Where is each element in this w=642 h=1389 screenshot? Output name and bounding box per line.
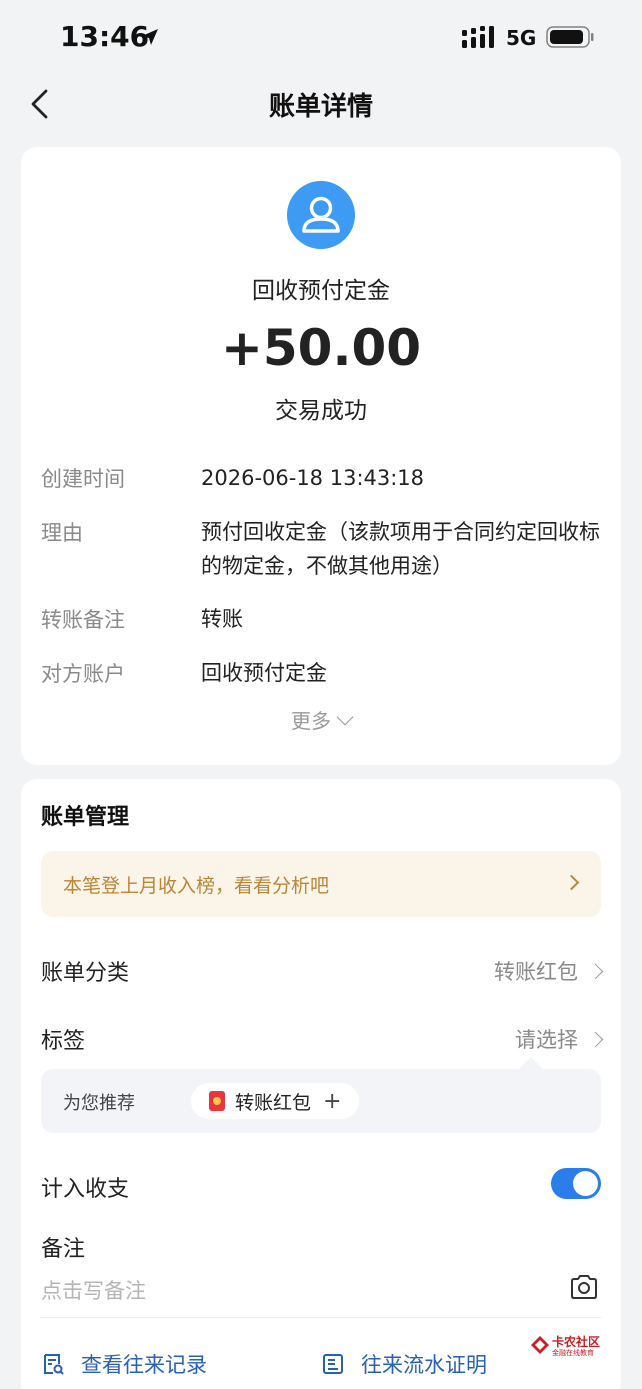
watermark-logo-icon: [531, 1336, 549, 1354]
count-in-balance-toggle[interactable]: [551, 1168, 601, 1199]
amount: +50.00: [220, 319, 422, 377]
tag-selector[interactable]: 请选择: [515, 1024, 604, 1054]
document-icon: [323, 1354, 343, 1374]
chip-label: 转账红包: [235, 1091, 312, 1114]
more-button[interactable]: 更多: [21, 705, 621, 734]
transaction-status: 交易成功: [275, 398, 367, 424]
tag-label: 标签: [41, 1029, 86, 1054]
bill-management-card: 账单管理 本笔登上月收入榜，看看分析吧 账单分类 转账红包 标签 请选择 为您推…: [21, 779, 621, 1389]
chevron-down-icon: [336, 708, 354, 726]
watermark-subtitle: 金融在线教育: [552, 1349, 594, 1357]
location-arrow-icon: [142, 29, 158, 45]
detail-label-transfer-note: 转账备注: [41, 608, 125, 632]
detail-label-reason: 理由: [41, 521, 83, 545]
more-label: 更多: [291, 709, 331, 733]
status-time: 13:46: [60, 20, 150, 53]
view-history-link[interactable]: 查看往来记录: [41, 1349, 207, 1379]
view-history-label: 查看往来记录: [81, 1353, 207, 1377]
chevron-right-icon: [563, 874, 580, 891]
income-rank-banner[interactable]: 本笔登上月收入榜，看看分析吧: [41, 851, 601, 917]
battery-icon: [546, 26, 594, 48]
recommend-tag-chip[interactable]: 转账红包 +: [191, 1083, 360, 1119]
avatar: [287, 181, 355, 249]
banner-text: 本笔登上月收入榜，看看分析吧: [63, 875, 330, 897]
note-input[interactable]: 点击写备注: [41, 1275, 146, 1305]
note-label: 备注: [41, 1237, 86, 1262]
recommend-label: 为您推荐: [63, 1093, 135, 1114]
status-bar: 13:46 5G: [0, 0, 642, 76]
toggle-knob: [573, 1171, 598, 1196]
record-search-icon: [44, 1354, 64, 1375]
transaction-proof-link[interactable]: 往来流水证明: [321, 1349, 487, 1379]
payee-name: 回收预付定金: [252, 278, 390, 304]
transaction-proof-label: 往来流水证明: [361, 1353, 487, 1377]
tag-value: 请选择: [515, 1028, 578, 1052]
transaction-card: 回收预付定金 +50.00 交易成功 创建时间 2026-06-18 13:43…: [21, 147, 621, 765]
detail-label-counterparty: 对方账户: [41, 662, 125, 686]
tag-recommendation: 为您推荐 转账红包 +: [41, 1057, 601, 1133]
user-icon: [302, 196, 340, 233]
nav-bar: 账单详情: [0, 76, 642, 132]
category-selector[interactable]: 转账红包: [494, 956, 604, 986]
camera-icon[interactable]: [569, 1273, 599, 1301]
detail-value-counterparty: 回收预付定金: [201, 661, 327, 685]
section-title: 账单管理: [41, 805, 130, 830]
count-in-balance-label: 计入收支: [41, 1177, 130, 1202]
category-label: 账单分类: [41, 961, 130, 986]
detail-value-reason: 预付回收定金（该款项用于合同约定回收标的物定金，不做其他用途）: [201, 520, 600, 578]
network-label: 5G: [506, 26, 537, 50]
chevron-right-icon: [587, 1031, 604, 1048]
category-value: 转账红包: [494, 960, 578, 984]
red-packet-icon: [209, 1091, 225, 1111]
watermark: 卡农社区 金融在线教育: [530, 1333, 612, 1361]
signal-icon: [462, 26, 494, 48]
plus-icon: +: [323, 1088, 342, 1114]
detail-label-created-time: 创建时间: [41, 467, 125, 491]
detail-value-transfer-note: 转账: [201, 607, 243, 631]
divider: [41, 1317, 601, 1318]
page-title: 账单详情: [268, 92, 373, 122]
detail-value-created-time: 2026-06-18 13:43:18: [201, 466, 425, 490]
chevron-right-icon: [587, 963, 604, 980]
